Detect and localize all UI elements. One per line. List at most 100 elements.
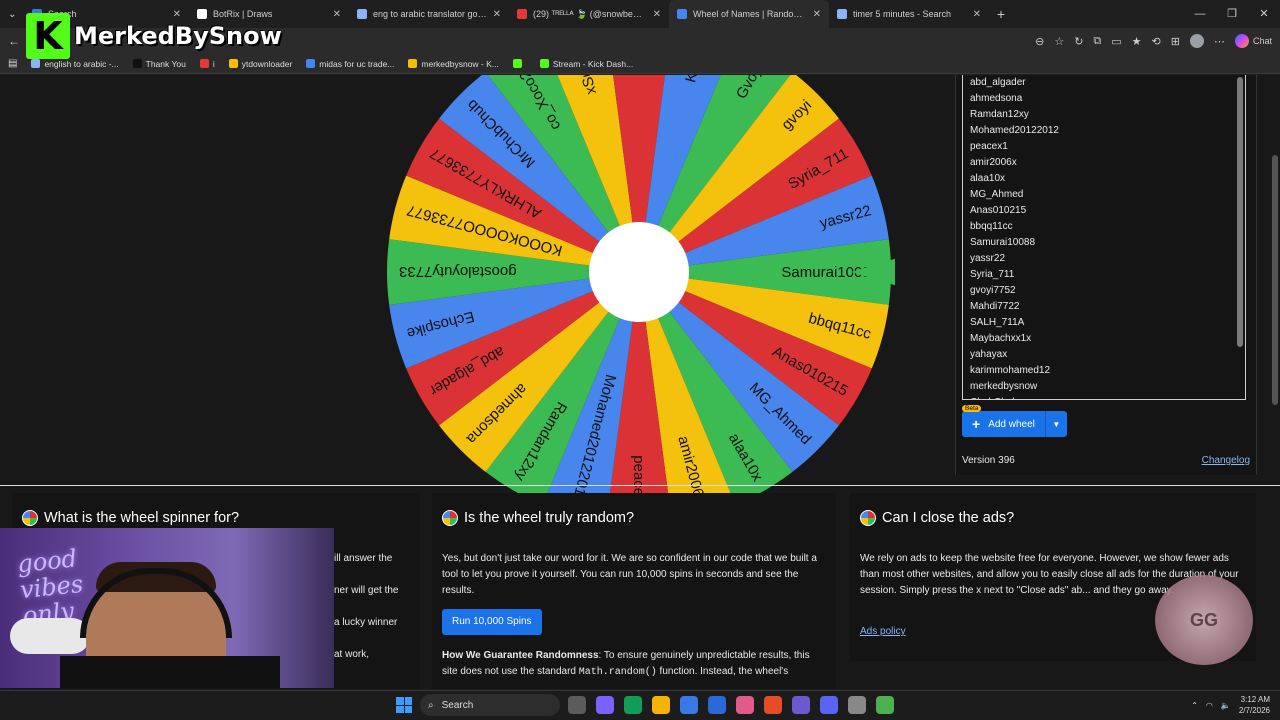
refresh-icon[interactable]: ↻ [1074, 35, 1083, 48]
edge-app-icon[interactable] [624, 696, 642, 714]
entries-panel: abd_algader ahmedsona Ramdan12xy Mohamed201… [955, 75, 1257, 475]
run-spins-button[interactable]: Run 10,000 Spins [442, 609, 542, 635]
volume-icon[interactable]: 🔈 [1221, 701, 1231, 710]
bookmark-item[interactable]: english to arabic -... [31, 59, 119, 69]
entry-line[interactable]: Samurai10088 [963, 235, 1245, 251]
entry-line[interactable]: bbqq11cc [963, 219, 1245, 235]
bookmark-item[interactable] [512, 59, 526, 68]
tab-close-icon[interactable]: ✕ [493, 9, 501, 20]
read-aloud-icon[interactable]: ⊖ [1035, 35, 1044, 48]
new-tab-button[interactable]: + [989, 6, 1013, 22]
add-wheel-dropdown-button[interactable]: ▼ [1044, 411, 1067, 437]
taskbar-search[interactable]: ⌕ Search [420, 694, 560, 716]
entry-line[interactable]: Anas010215 [963, 203, 1245, 219]
wheel-slice-label: goostaloyuty7733 [399, 263, 517, 280]
browser-tab[interactable]: (29) ᵀᴿᴱᴸᴸᴬ 🍃 (@snowbender_) ✕ [509, 0, 669, 28]
extensions-icon[interactable]: ⧉ [1093, 35, 1101, 48]
entry-line[interactable]: SALH_711A [963, 315, 1245, 331]
wheel-container[interactable]: Samurai10088 bbqq11cc Anas010215 MG_Ahmed al… [385, 75, 911, 525]
photos-app-icon[interactable] [736, 696, 754, 714]
profile-avatar[interactable] [1189, 34, 1204, 48]
more-menu-icon[interactable]: ⋯ [1214, 35, 1225, 48]
entry-line[interactable]: alaa10x [963, 171, 1245, 187]
tab-list-button[interactable]: ⌄ [0, 0, 24, 28]
browser-tab[interactable]: timer 5 minutes - Search ✕ [829, 0, 989, 28]
entry-line[interactable]: Syria_711 [963, 267, 1245, 283]
name-wheel[interactable]: Samurai10088bbqq11ccAnas010215MG_Ahmedal… [385, 75, 911, 525]
bookmark-item[interactable]: Thank You [132, 59, 186, 69]
bookmark-favicon-icon [408, 59, 418, 68]
entry-line[interactable]: abd_algader [963, 75, 1245, 91]
notepad-app-icon[interactable] [876, 696, 894, 714]
tab-close-icon[interactable]: ✕ [813, 9, 821, 20]
system-clock[interactable]: 3:12 AM 2/7/2026 [1239, 694, 1270, 716]
split-screen-icon[interactable]: ▭ [1111, 35, 1121, 48]
tab-close-icon[interactable]: ✕ [973, 9, 981, 20]
bookmark-item[interactable]: ytdownloader [228, 59, 292, 69]
bookmark-label: i [212, 58, 215, 69]
changelog-link[interactable]: Changelog [1202, 455, 1250, 466]
entries-scrollbar[interactable] [1237, 77, 1243, 347]
browser-tab[interactable]: eng to arabic translator google - S ✕ [349, 0, 509, 28]
tab-close-icon[interactable]: ✕ [333, 9, 341, 20]
bookmark-favicon-icon [512, 59, 522, 68]
back-icon[interactable]: ← [8, 34, 20, 48]
card-title: Is the wheel truly random? [464, 510, 635, 526]
wheel-center-button[interactable] [589, 222, 689, 322]
bookmark-favicon-icon [31, 59, 41, 68]
bookmark-label: merkedbysnow - K... [421, 58, 499, 69]
store-app-icon[interactable] [680, 696, 698, 714]
wifi-icon[interactable]: ◠ [1206, 701, 1213, 710]
bookmark-item[interactable]: midas for uc trade... [306, 59, 394, 69]
close-window-button[interactable]: ✕ [1248, 0, 1280, 28]
bookmark-item[interactable]: merkedbysnow - K... [408, 58, 499, 69]
teams-app-icon[interactable] [596, 696, 614, 714]
bookmark-label: Stream - Kick Dash... [552, 58, 634, 69]
discord-app-icon[interactable] [820, 696, 838, 714]
tab-close-icon[interactable]: ✕ [653, 9, 661, 20]
tray-chevron-icon[interactable]: ⌃ [1191, 701, 1198, 710]
minimize-button[interactable]: — [1184, 0, 1216, 28]
copilot-app-icon[interactable] [568, 696, 586, 714]
entry-line[interactable]: Ramdan12xy [963, 107, 1245, 123]
tab-title: eng to arabic translator google - S [373, 9, 487, 19]
faq-card-random: Is the wheel truly random? Yes, but don'… [432, 493, 836, 689]
entry-line[interactable]: yassr22 [963, 251, 1245, 267]
entry-line[interactable]: amir2006x [963, 155, 1245, 171]
browser-tab[interactable]: Wheel of Names | Random name ✕ [669, 0, 829, 28]
entry-line[interactable]: peacex1 [963, 139, 1245, 155]
bookmark-favicon-icon [539, 59, 549, 68]
randomness-explanation: How We Guarantee Randomness: To ensure g… [442, 650, 810, 678]
chrome-app-icon[interactable] [764, 696, 782, 714]
entry-line[interactable]: ahmedsona [963, 91, 1245, 107]
favorites-icon[interactable]: ★ [1132, 35, 1142, 48]
entry-line[interactable]: yahayax [963, 347, 1245, 363]
sidebar-toggle-icon[interactable]: ▤ [8, 58, 17, 69]
bookmark-item[interactable]: i [199, 58, 215, 69]
entry-line[interactable]: Maybachxx1x [963, 331, 1245, 347]
file-explorer-icon[interactable] [652, 696, 670, 714]
entry-line[interactable]: ChubChub [963, 395, 1245, 399]
ads-policy-link[interactable]: Ads policy [860, 626, 906, 637]
entry-line[interactable]: merkedbysnow [963, 379, 1245, 395]
add-wheel-button[interactable]: + Add wheel [962, 411, 1045, 437]
entry-line[interactable]: Mahdi7722 [963, 299, 1245, 315]
section-divider [0, 485, 1280, 486]
copilot-chat-button[interactable]: Chat [1234, 34, 1272, 48]
entry-line[interactable]: gvoyi7752 [963, 283, 1245, 299]
mail-app-icon[interactable] [708, 696, 726, 714]
start-button[interactable] [396, 697, 412, 713]
page-scrollbar[interactable] [1272, 155, 1278, 405]
collections-icon[interactable]: ⊞ [1171, 35, 1180, 48]
history-icon[interactable]: ⟲ [1152, 35, 1161, 48]
bookmark-label: midas for uc trade... [319, 58, 395, 69]
entry-line[interactable]: MG_Ahmed [963, 187, 1245, 203]
settings-app-icon[interactable] [848, 696, 866, 714]
entry-line[interactable]: Mohamed20122012 [963, 123, 1245, 139]
favorite-icon[interactable]: ☆ [1054, 35, 1064, 48]
bookmark-item[interactable]: Stream - Kick Dash... [539, 58, 634, 69]
entries-textbox[interactable]: abd_algader ahmedsona Ramdan12xy Mohamed201… [962, 75, 1246, 400]
entry-line[interactable]: karimmohamed12 [963, 363, 1245, 379]
app-icon[interactable] [792, 696, 810, 714]
maximize-button[interactable]: ❐ [1216, 0, 1248, 28]
